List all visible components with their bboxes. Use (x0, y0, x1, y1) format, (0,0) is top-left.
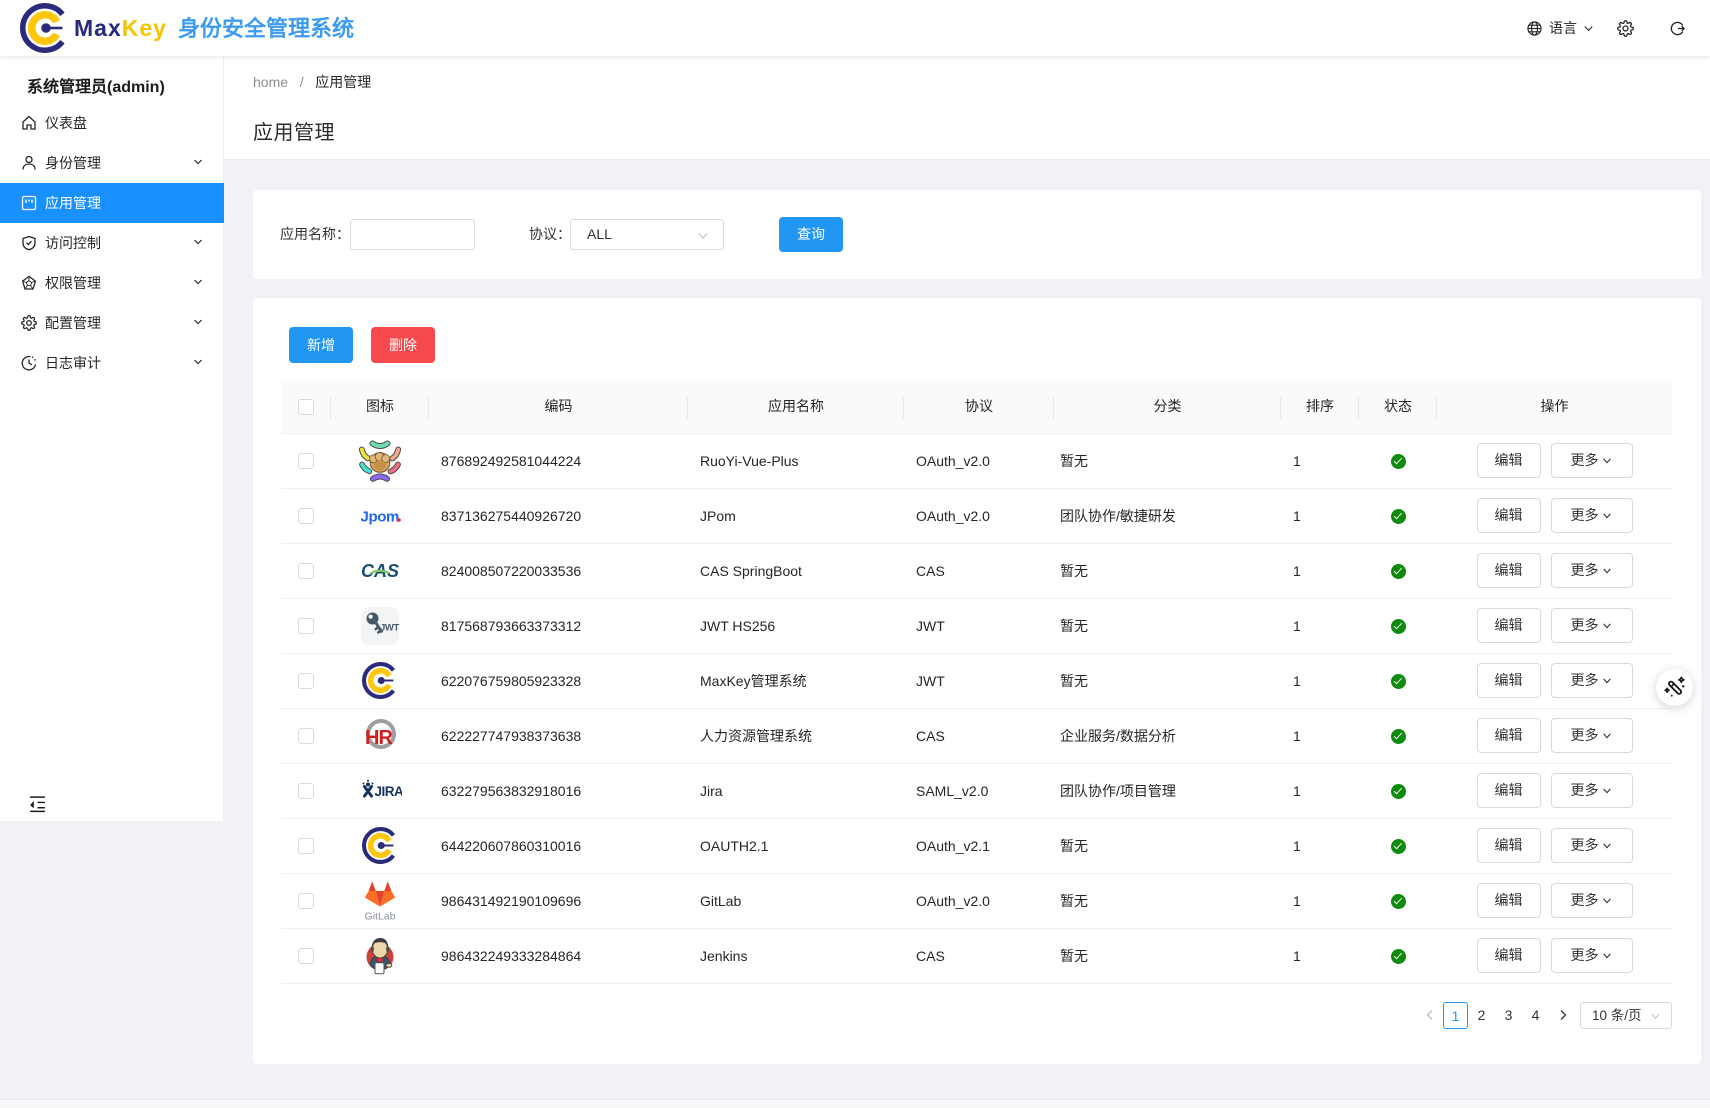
svg-text:JWT: JWT (380, 622, 399, 633)
svg-text:HR: HR (365, 727, 393, 749)
svg-text:Jpom: Jpom (361, 508, 399, 525)
svg-text:JIRA: JIRA (375, 784, 403, 799)
svg-text:GitLab: GitLab (365, 910, 396, 922)
